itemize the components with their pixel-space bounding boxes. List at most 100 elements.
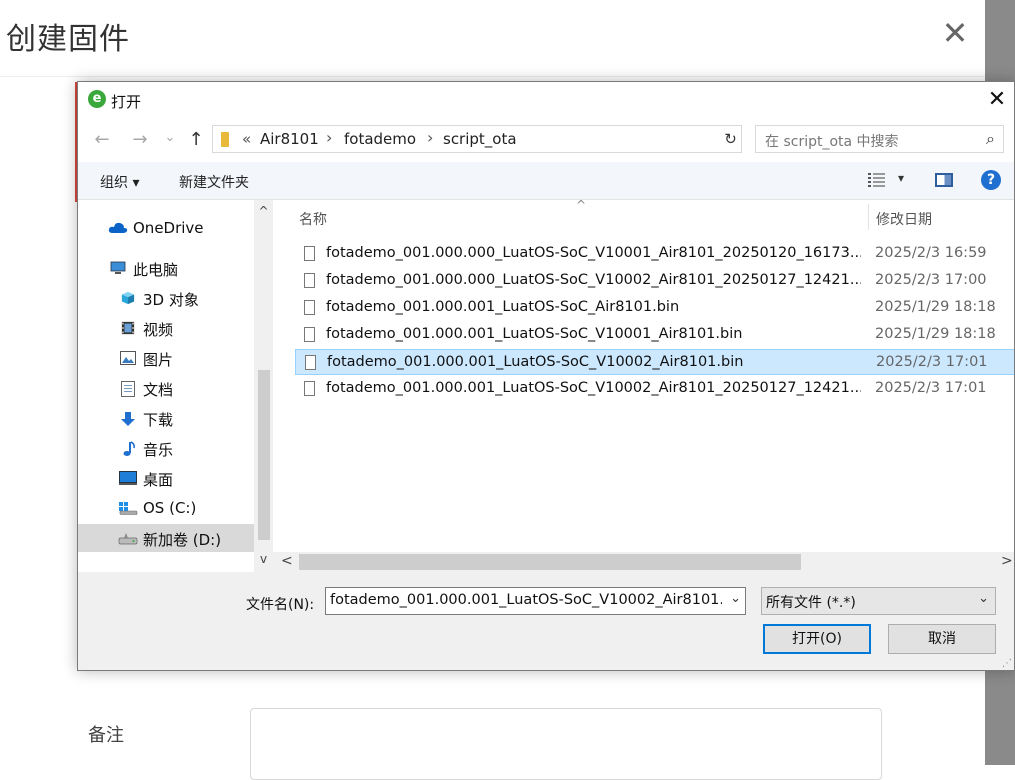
breadcrumb-air8101[interactable]: Air8101: [260, 130, 319, 148]
filename-value[interactable]: fotademo_001.000.001_LuatOS-SoC_V10002_A…: [330, 592, 722, 608]
sidebar-scroll-thumb[interactable]: [258, 370, 270, 540]
help-icon[interactable]: ?: [981, 170, 1001, 190]
cloud-icon: [108, 222, 128, 233]
sidebar-item-downloads[interactable]: 下载: [78, 404, 254, 432]
open-button[interactable]: 打开(O): [763, 624, 871, 654]
file-modified-date: 2025/2/3 17:00: [875, 272, 987, 288]
forward-button[interactable]: →: [130, 130, 150, 150]
column-header-name[interactable]: 名称: [299, 209, 327, 229]
file-row[interactable]: fotademo_001.000.001_LuatOS-SoC_Air8101.…: [295, 295, 1014, 321]
file-name: fotademo_001.000.001_LuatOS-SoC_V10002_A…: [326, 380, 861, 396]
search-input[interactable]: 在 script_ota 中搜索: [765, 131, 899, 151]
address-bar[interactable]: « Air8101 › fotademo › script_ota ⌄: [212, 125, 740, 153]
breadcrumb-fotademo[interactable]: fotademo: [344, 130, 416, 148]
cancel-button[interactable]: 取消: [888, 624, 996, 654]
close-icon[interactable]: ✕: [940, 16, 970, 50]
column-divider[interactable]: [868, 204, 869, 230]
sidebar-item-this-pc[interactable]: 此电脑: [78, 254, 254, 282]
scroll-left-icon[interactable]: <: [281, 553, 293, 569]
navigation-bar: ← → ⌄ ↑ « Air8101 › fotademo › script_ot…: [78, 118, 1014, 162]
scroll-right-icon[interactable]: >: [1001, 553, 1013, 569]
sidebar-item-label: 新加卷 (D:): [143, 531, 222, 549]
file-list: ^ 名称 修改日期 fotademo_001.000.000_LuatOS-So…: [273, 200, 1014, 572]
os-drive-icon: [119, 502, 138, 515]
up-button[interactable]: ↑: [186, 130, 206, 150]
document-icon: [121, 381, 135, 397]
sidebar-item-label: 下载: [143, 411, 174, 429]
search-box[interactable]: 在 script_ota 中搜索 ⌕: [755, 125, 1004, 153]
back-button[interactable]: ←: [92, 130, 112, 150]
dialog-title: 打开: [111, 93, 142, 111]
preview-pane-icon[interactable]: [935, 173, 953, 187]
file-icon: [304, 327, 315, 342]
file-row[interactable]: fotademo_001.000.000_LuatOS-SoC_V10001_A…: [295, 241, 1014, 267]
file-row[interactable]: fotademo_001.000.000_LuatOS-SoC_V10002_A…: [295, 268, 1014, 294]
page-title: 创建固件: [6, 22, 130, 57]
sidebar-item-3d-objects[interactable]: 3D 对象: [78, 284, 254, 312]
resize-grip-icon[interactable]: ⋰: [1002, 658, 1012, 669]
breadcrumb-overflow[interactable]: «: [242, 130, 251, 148]
breadcrumb-separator[interactable]: ›: [427, 128, 433, 147]
header-divider: [0, 76, 985, 77]
desktop-icon: [119, 471, 137, 485]
sidebar-item-documents[interactable]: 文档: [78, 374, 254, 402]
file-icon: [304, 246, 315, 261]
file-row[interactable]: fotademo_001.000.001_LuatOS-SoC_V10001_A…: [295, 322, 1014, 348]
filename-input[interactable]: fotademo_001.000.001_LuatOS-SoC_V10002_A…: [325, 587, 746, 615]
sidebar-item-label: 图片: [143, 351, 174, 369]
sidebar-item-os-drive[interactable]: OS (C:): [78, 494, 254, 522]
view-options-dropdown[interactable]: ▾: [898, 171, 904, 185]
search-icon[interactable]: ⌕: [986, 129, 995, 149]
horizontal-scroll-thumb[interactable]: [299, 554, 801, 570]
cube-icon: [121, 291, 135, 305]
sidebar-item-label: OneDrive: [133, 219, 204, 237]
breadcrumb-script-ota[interactable]: script_ota: [443, 130, 517, 148]
chevron-down-icon[interactable]: ⌄: [978, 591, 989, 606]
sidebar-item-label: 桌面: [143, 471, 174, 489]
sidebar-scrollbar[interactable]: ^ v: [254, 200, 273, 572]
view-details-icon[interactable]: [867, 172, 887, 188]
video-icon: [121, 321, 135, 335]
download-icon: [121, 412, 135, 426]
file-type-select[interactable]: 所有文件 (*.*) ⌄: [761, 587, 996, 615]
chevron-down-icon[interactable]: ⌄: [730, 591, 741, 606]
sidebar-item-desktop[interactable]: 桌面: [78, 464, 254, 492]
note-label: 备注: [88, 725, 124, 746]
new-folder-button[interactable]: 新建文件夹: [179, 172, 249, 192]
navigation-pane: OneDrive 此电脑 3D 对象 视频 图片 文档 下载 音乐 桌面 OS …: [78, 200, 273, 572]
drive-icon: [118, 533, 138, 545]
sidebar-item-label: 音乐: [143, 441, 174, 459]
sidebar-item-videos[interactable]: 视频: [78, 314, 254, 342]
folder-icon: [221, 132, 229, 147]
note-textarea[interactable]: [250, 708, 882, 780]
sidebar-item-onedrive[interactable]: OneDrive: [78, 214, 254, 242]
command-toolbar: 组织 ▾ 新建文件夹 ▾ ?: [78, 162, 1014, 200]
breadcrumb-separator[interactable]: ›: [326, 128, 332, 147]
file-modified-date: 2025/2/3 17:01: [876, 354, 988, 370]
file-row-selected[interactable]: fotademo_001.000.001_LuatOS-SoC_V10002_A…: [295, 349, 1014, 375]
file-name: fotademo_001.000.001_LuatOS-SoC_V10002_A…: [327, 354, 744, 370]
file-icon: [305, 355, 316, 370]
sidebar-item-pictures[interactable]: 图片: [78, 344, 254, 372]
dialog-close-button[interactable]: ✕: [984, 86, 1010, 114]
sort-ascending-icon: ^: [576, 200, 587, 212]
organize-button[interactable]: 组织 ▾: [100, 172, 139, 192]
column-header-modified[interactable]: 修改日期: [876, 209, 932, 229]
file-name: fotademo_001.000.000_LuatOS-SoC_V10001_A…: [326, 245, 861, 261]
refresh-button[interactable]: ↻: [720, 125, 742, 153]
file-row[interactable]: fotademo_001.000.001_LuatOS-SoC_V10002_A…: [295, 376, 1014, 402]
file-name: fotademo_001.000.001_LuatOS-SoC_Air8101.…: [326, 299, 680, 315]
file-icon: [304, 381, 315, 396]
scroll-up-icon[interactable]: ^: [254, 204, 273, 218]
sidebar-item-label: 3D 对象: [143, 291, 199, 309]
dialog-footer: 文件名(N): fotademo_001.000.001_LuatOS-SoC_…: [78, 572, 1014, 670]
file-list-horizontal-scrollbar[interactable]: < >: [273, 552, 1014, 572]
sidebar-item-music[interactable]: 音乐: [78, 434, 254, 462]
sidebar-item-d-drive[interactable]: 新加卷 (D:): [78, 524, 254, 552]
file-modified-date: 2025/2/3 16:59: [875, 245, 987, 261]
file-type-value: 所有文件 (*.*): [766, 595, 856, 611]
recent-locations-button[interactable]: ⌄: [160, 128, 180, 148]
scroll-down-icon[interactable]: v: [254, 552, 273, 566]
sidebar-item-label: 此电脑: [133, 261, 179, 279]
file-name: fotademo_001.000.000_LuatOS-SoC_V10002_A…: [326, 272, 861, 288]
